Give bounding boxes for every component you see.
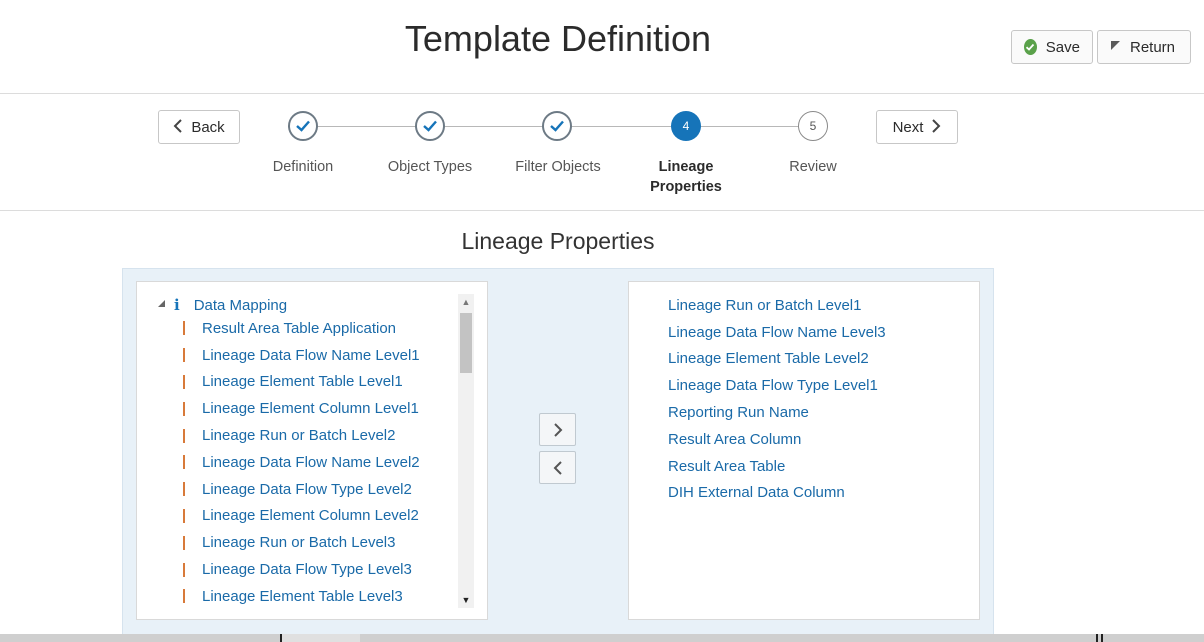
move-left-button[interactable] [539, 451, 576, 484]
scroll-track-segment [282, 634, 360, 642]
bottom-scrollbar[interactable] [0, 634, 1204, 642]
leaf-marker-icon [183, 321, 185, 336]
list-item[interactable]: Lineage Run or Batch Level3 [183, 529, 420, 556]
divider [1096, 634, 1098, 642]
list-item-label: Lineage Element Column Level1 [202, 400, 419, 418]
list-item[interactable]: Lineage Data Flow Name Level1 [183, 342, 420, 369]
chevron-left-icon [553, 460, 562, 475]
list-item-label: Lineage Run or Batch Level2 [202, 427, 396, 445]
list-item-label: Lineage Data Flow Type Level3 [202, 561, 412, 579]
list-item[interactable]: Result Area Column [668, 426, 886, 453]
list-item-label: Lineage Data Flow Name Level2 [202, 453, 420, 471]
list-item[interactable]: Result Area Table [668, 453, 886, 480]
leaf-marker-icon [183, 508, 185, 523]
train-stop-definition[interactable] [288, 111, 318, 141]
list-item[interactable]: Lineage Data Flow Type Level3 [183, 556, 420, 583]
page-title: Template Definition [404, 18, 712, 59]
list-item[interactable]: Lineage Element Table Level1 [183, 369, 420, 396]
scroll-thumb[interactable] [460, 313, 472, 373]
list-item[interactable]: Lineage Run or Batch Level2 [183, 422, 420, 449]
list-item[interactable]: Lineage Element Table Level2 [668, 346, 886, 373]
list-item-label: Lineage Run or Batch Level3 [202, 534, 396, 552]
leaf-marker-icon [183, 455, 185, 470]
leaf-marker-icon [183, 374, 185, 389]
list-item-label: Lineage Element Table Level3 [202, 587, 403, 605]
train-stop-lineage-properties[interactable]: 4 [671, 111, 701, 141]
leaf-marker-icon [183, 348, 185, 363]
train-stop-object-types[interactable] [415, 111, 445, 141]
list-item[interactable]: Lineage Run or Batch Level1 [668, 292, 886, 319]
leaf-marker-icon [183, 428, 185, 443]
move-right-button[interactable] [539, 413, 576, 446]
return-label: Return [1130, 38, 1176, 56]
chevron-right-icon [553, 422, 562, 437]
list-item[interactable]: Result Area Table Application [183, 315, 420, 342]
list-item[interactable]: Lineage Data Flow Name Level2 [183, 449, 420, 476]
selected-list[interactable]: Lineage Run or Batch Level1 Lineage Data… [628, 281, 980, 620]
list-item-label: Lineage Data Flow Type Level2 [202, 480, 412, 498]
scroll-down-arrow-icon[interactable]: ▼ [458, 592, 474, 608]
list-item-label: Lineage Element Table Level1 [202, 373, 403, 391]
step-label-definition: Definition [272, 159, 334, 175]
return-button[interactable]: Return [1097, 30, 1191, 64]
scroll-up-arrow-icon[interactable]: ▲ [458, 294, 474, 310]
save-label: Save [1045, 38, 1080, 56]
list-item[interactable]: DIH External Data Column [668, 480, 886, 507]
chevron-right-icon [931, 117, 941, 137]
leaf-marker-icon [183, 535, 185, 550]
step-label-review: Review [789, 159, 837, 175]
divider [280, 634, 282, 642]
chevron-left-icon [173, 117, 183, 137]
list-item[interactable]: Lineage Element Column Level2 [183, 503, 420, 530]
list-item-label: Lineage Element Column Level2 [202, 507, 419, 525]
triangle-expanded-icon[interactable] [157, 299, 166, 311]
vertical-scrollbar[interactable]: ▲ ▼ [458, 294, 474, 608]
list-item[interactable]: Lineage Data Flow Type Level1 [668, 372, 886, 399]
back-label: Back [191, 118, 225, 136]
save-button[interactable]: Save [1011, 30, 1093, 64]
checkmark-icon [550, 120, 564, 132]
train-stop-filter-objects[interactable] [542, 111, 572, 141]
leaf-marker-icon [183, 562, 185, 577]
list-item[interactable]: Lineage Data Flow Name Level3 [668, 319, 886, 346]
available-list[interactable]: i Data Mapping Result Area Table Applica… [136, 281, 488, 620]
leaf-marker-icon [183, 589, 185, 604]
tree-node-label: Data Mapping [193, 296, 288, 314]
list-item-label: Lineage Data Flow Name Level1 [202, 346, 420, 364]
list-item[interactable]: Reporting Run Name [668, 399, 886, 426]
list-item[interactable]: Lineage Data Flow Type Level2 [183, 476, 420, 503]
list-item-label: Result Area Table Application [202, 319, 397, 337]
tree-node-data-mapping[interactable]: i Data Mapping [157, 296, 287, 314]
page-header: Template Definition Save Return [0, 0, 1204, 94]
section-title: Lineage Properties [461, 228, 655, 254]
info-icon: i [174, 296, 180, 314]
step-number: 4 [682, 119, 690, 133]
train-stop-review[interactable]: 5 [798, 111, 828, 141]
step-train: Back 4 5 Definition Object Types Filter … [0, 94, 1204, 211]
available-items: Result Area Table Application Lineage Da… [183, 315, 420, 610]
step-label-object-types: Object Types [387, 159, 473, 175]
step-number: 5 [809, 119, 817, 133]
list-item[interactable]: Lineage Element Column Level1 [183, 395, 420, 422]
check-circle-icon [1024, 39, 1037, 55]
selected-items: Lineage Run or Batch Level1 Lineage Data… [668, 292, 886, 506]
step-label-filter-objects: Filter Objects [515, 159, 601, 175]
list-item[interactable]: Lineage Element Table Level3 [183, 583, 420, 610]
train-connector [445, 126, 542, 127]
step-label-line-1: Lineage [658, 159, 714, 175]
divider [1101, 634, 1103, 642]
train-connector [572, 126, 671, 127]
train-connector [701, 126, 798, 127]
back-button[interactable]: Back [158, 110, 240, 144]
train-connector [318, 126, 415, 127]
next-label: Next [892, 118, 924, 136]
checkmark-icon [296, 120, 310, 132]
leaf-marker-icon [183, 482, 185, 497]
step-label-line-2: Properties [650, 179, 722, 195]
flag-icon [1110, 40, 1121, 54]
checkmark-icon [423, 120, 437, 132]
leaf-marker-icon [183, 401, 185, 416]
step-label-lineage-properties: Lineage Properties [621, 157, 751, 197]
next-button[interactable]: Next [876, 110, 958, 144]
